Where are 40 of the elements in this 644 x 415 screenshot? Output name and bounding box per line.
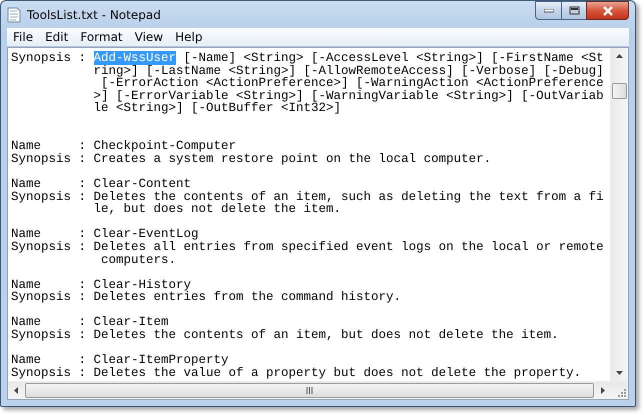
horizontal-scrollbar[interactable] — [8, 381, 628, 399]
text-line: ring>] [-LastName <String>] [-AllowRemoteAccess] [-Verbose] [-Debug] — [92, 64, 605, 78]
window-title: ToolsList.txt - Notepad — [27, 8, 161, 22]
minimize-icon — [544, 8, 554, 12]
minimize-button[interactable] — [535, 1, 561, 20]
text-line: [-ErrorAction <ActionPreference>] [-WarningAction <ActionPreference — [101, 77, 605, 90]
text-line: le, but does not delete the item. — [92, 203, 342, 216]
text-line: Name : Clear-History — [11, 278, 192, 292]
close-button[interactable] — [586, 1, 629, 20]
text-line: Name : Clear-Content — [11, 178, 192, 191]
selected-text: Add-WssUser — [94, 51, 176, 65]
maximize-icon — [568, 6, 580, 15]
text-editor[interactable] — [7, 47, 629, 400]
text-line: >] [-ErrorVariable <String>] [-WarningVariable <String>] [-OutVariab — [92, 90, 605, 102]
maximize-button[interactable] — [561, 1, 586, 20]
scroll-thumb[interactable] — [612, 83, 627, 99]
text-line: Name : Clear-ItemProperty — [11, 354, 229, 367]
text-line: Synopsis : Deletes the value of a property but does not delete the property. — [11, 366, 582, 380]
text-line: le <String>] [-OutBuffer <Int32>] — [92, 102, 342, 115]
text-line: Synopsis : — [11, 51, 88, 65]
text-line: Synopsis : Deletes the contents of an item, such as deleting the text from a fi — [11, 190, 605, 204]
vertical-scrollbar[interactable] — [610, 48, 628, 381]
text-line: Synopsis : Deletes entries from the command history. — [11, 291, 402, 304]
text-line: Synopsis : Deletes all entries from specified event logs on the local or remote — [11, 240, 605, 254]
notepad-icon — [7, 6, 21, 22]
text-line: Name : Checkpoint-Computer — [11, 140, 238, 153]
text-line: computers. — [100, 254, 178, 266]
text-line: [-Name] <String> [-AccessLevel <String>] [-FirstName <St — [182, 51, 604, 65]
text-line: Name : Clear-EventLog — [11, 228, 199, 241]
menu-item[interactable]: Help — [169, 30, 208, 44]
menu-item[interactable]: Format — [74, 30, 129, 44]
grip-icon — [306, 387, 313, 394]
text-line: Synopsis : Creates a system restore point on the local computer. — [11, 152, 492, 166]
menu-item[interactable]: Edit — [39, 30, 74, 44]
close-icon — [602, 6, 614, 16]
menu-item[interactable]: View — [128, 30, 170, 44]
scroll-thumb[interactable] — [25, 383, 594, 398]
menu-item[interactable]: File — [7, 30, 40, 44]
text-line: Name : Clear-Item — [11, 316, 169, 330]
text-line: Synopsis : Deletes the contents of an item, but does not delete the item. — [11, 329, 560, 342]
